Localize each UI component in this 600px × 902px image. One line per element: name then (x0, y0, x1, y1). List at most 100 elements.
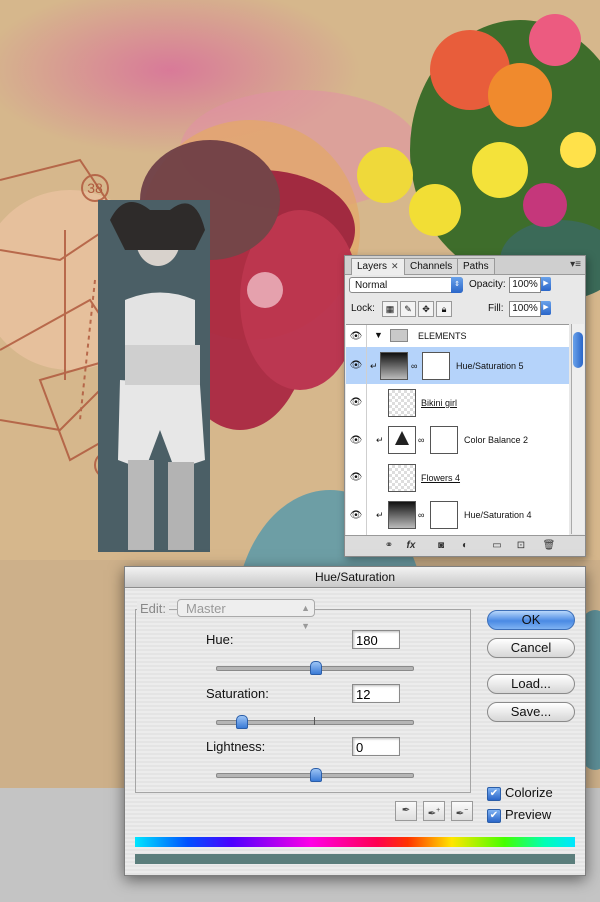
saturation-label: Saturation: (206, 686, 269, 701)
output-color-bar (135, 854, 575, 864)
layer-thumbnail (388, 464, 416, 492)
adjustment-thumbnail (380, 352, 408, 380)
layer-name: Flowers 4 (421, 473, 461, 483)
updown-arrows-icon: ⇕ (451, 277, 463, 293)
lock-transparency-icon[interactable]: ▦ (382, 301, 398, 317)
adjustment-thumbnail (388, 501, 416, 529)
lock-image-icon[interactable]: ✎ (400, 301, 416, 317)
layer-name: Hue/Saturation 5 (456, 361, 524, 371)
adjustment-icon[interactable]: ◐ (457, 539, 473, 553)
input-color-bar (135, 837, 575, 847)
chain-link-icon[interactable]: ∞ (418, 435, 424, 445)
tab-paths-label: Paths (463, 261, 489, 272)
tab-channels-label: Channels (410, 261, 453, 272)
layer-name: Color Balance 2 (464, 435, 529, 445)
eyedropper-plus-icon[interactable]: ✒+ (423, 801, 445, 821)
load-button[interactable]: Load... (487, 674, 575, 694)
lock-label: Lock: (351, 303, 375, 314)
layers-bottom-toolbar: ⚭ fx ◙ ◐ ▭ ⊡ 🗑︎ (345, 535, 585, 556)
panel-tabs: Layers ✕ Channels Paths ▾≡ (345, 256, 585, 275)
updown-arrows-icon: ▲ ▼ (301, 603, 310, 631)
disclosure-triangle-icon[interactable]: ▼ (374, 330, 383, 340)
hue-label: Hue: (206, 632, 234, 647)
layer-row[interactable]: 👁︎ ↵ ∞ Hue/Saturation 4 (346, 496, 569, 535)
layer-group-elements[interactable]: 👁︎ ▼ ELEMENTS (346, 325, 569, 348)
panel-menu-icon[interactable]: ▾≡ (570, 259, 581, 270)
fill-arrow-icon[interactable]: ▶ (541, 301, 551, 315)
lock-all-icon[interactable]: 🔒︎ (436, 301, 452, 317)
opacity-label: Opacity: (469, 279, 506, 290)
lightness-slider-knob[interactable] (310, 768, 322, 782)
adjustment-thumbnail (388, 426, 416, 454)
lightness-slider[interactable] (216, 768, 414, 782)
scrollbar-thumb[interactable] (573, 332, 583, 368)
bikini-girl-figure (98, 200, 210, 552)
trash-icon[interactable]: 🗑︎ (541, 539, 557, 553)
save-button[interactable]: Save... (487, 702, 575, 722)
layer-name: Bikini girl (421, 398, 458, 408)
folder-icon[interactable]: ▭ (489, 539, 505, 553)
edit-range-select[interactable]: Master ▲ ▼ (177, 599, 315, 631)
eye-icon[interactable]: 👁︎ (346, 325, 367, 347)
layer-name: Hue/Saturation 4 (464, 510, 532, 520)
lightness-label: Lightness: (206, 739, 266, 754)
artwork-label-38: 38 (87, 180, 103, 196)
layers-scrollbar[interactable] (571, 324, 584, 534)
eye-icon[interactable]: 👁︎ (346, 347, 367, 384)
lock-position-icon[interactable]: ✥ (418, 301, 434, 317)
eye-icon[interactable]: 👁︎ (346, 496, 367, 535)
tab-paths[interactable]: Paths (457, 258, 495, 274)
eye-icon[interactable]: 👁︎ (346, 459, 367, 496)
layer-name: ELEMENTS (418, 331, 467, 341)
folder-icon (390, 329, 408, 342)
hue-field[interactable]: 180 (352, 630, 400, 649)
opacity-arrow-icon[interactable]: ▶ (541, 277, 551, 291)
fill-label: Fill: (488, 303, 504, 314)
colorize-checkbox[interactable]: ✔ (487, 787, 501, 801)
ok-button[interactable]: OK (487, 610, 575, 630)
fill-field[interactable]: 100% (509, 301, 541, 317)
mask-thumbnail (430, 501, 458, 529)
layer-thumbnail (388, 389, 416, 417)
preview-checkbox[interactable]: ✔ (487, 809, 501, 823)
saturation-field[interactable]: 12 (352, 684, 400, 703)
eye-icon[interactable]: 👁︎ (346, 421, 367, 459)
color-balance-icon (395, 431, 409, 445)
mask-thumbnail (422, 352, 450, 380)
saturation-slider[interactable] (216, 715, 414, 729)
slider-center-tick (314, 717, 315, 725)
blend-mode-select[interactable]: Normal ⇕ (349, 277, 463, 293)
edit-range-value: Master (186, 601, 226, 616)
layer-row[interactable]: 👁︎ ↵ ∞ Color Balance 2 (346, 421, 569, 460)
link-icon[interactable]: ⚭ (381, 539, 397, 553)
cancel-button[interactable]: Cancel (487, 638, 575, 658)
mask-thumbnail (430, 426, 458, 454)
hue-saturation-dialog: Hue/Saturation Hue: 180 Saturation: 12 L… (124, 566, 586, 876)
tab-layers-label: Layers (357, 261, 388, 272)
fx-icon[interactable]: fx (403, 539, 419, 553)
layer-row[interactable]: 👁︎ ↵ ∞ Hue/Saturation 5 (346, 347, 569, 385)
chain-link-icon[interactable]: ∞ (418, 510, 424, 520)
close-icon[interactable]: ✕ (391, 261, 399, 271)
colorize-label: Colorize (505, 785, 553, 800)
new-layer-icon[interactable]: ⊡ (513, 539, 529, 553)
eyedropper-icon[interactable]: ✒ (395, 801, 417, 821)
hue-slider[interactable] (216, 661, 414, 675)
clip-arrow-icon: ↵ (376, 435, 384, 445)
layer-row[interactable]: 👁︎ Flowers 4 (346, 459, 569, 497)
mask-icon[interactable]: ◙ (433, 539, 449, 553)
edit-label: Edit: (137, 601, 170, 616)
tab-channels[interactable]: Channels (404, 258, 459, 274)
eyedropper-minus-icon[interactable]: ✒− (451, 801, 473, 821)
preview-label: Preview (505, 807, 552, 822)
adjustment-group: Hue: 180 Saturation: 12 Lightness: 0 (135, 609, 471, 793)
tab-layers[interactable]: Layers ✕ (351, 258, 405, 275)
saturation-slider-knob[interactable] (235, 715, 248, 729)
layer-row[interactable]: 👁︎ Bikini girl (346, 384, 569, 422)
lightness-field[interactable]: 0 (352, 737, 400, 756)
chain-link-icon[interactable]: ∞ (411, 361, 417, 371)
hue-slider-knob[interactable] (310, 661, 322, 675)
opacity-field[interactable]: 100% (509, 277, 541, 293)
layers-panel: Layers ✕ Channels Paths ▾≡ Normal ⇕ Opaci… (344, 255, 586, 557)
eye-icon[interactable]: 👁︎ (346, 384, 367, 421)
